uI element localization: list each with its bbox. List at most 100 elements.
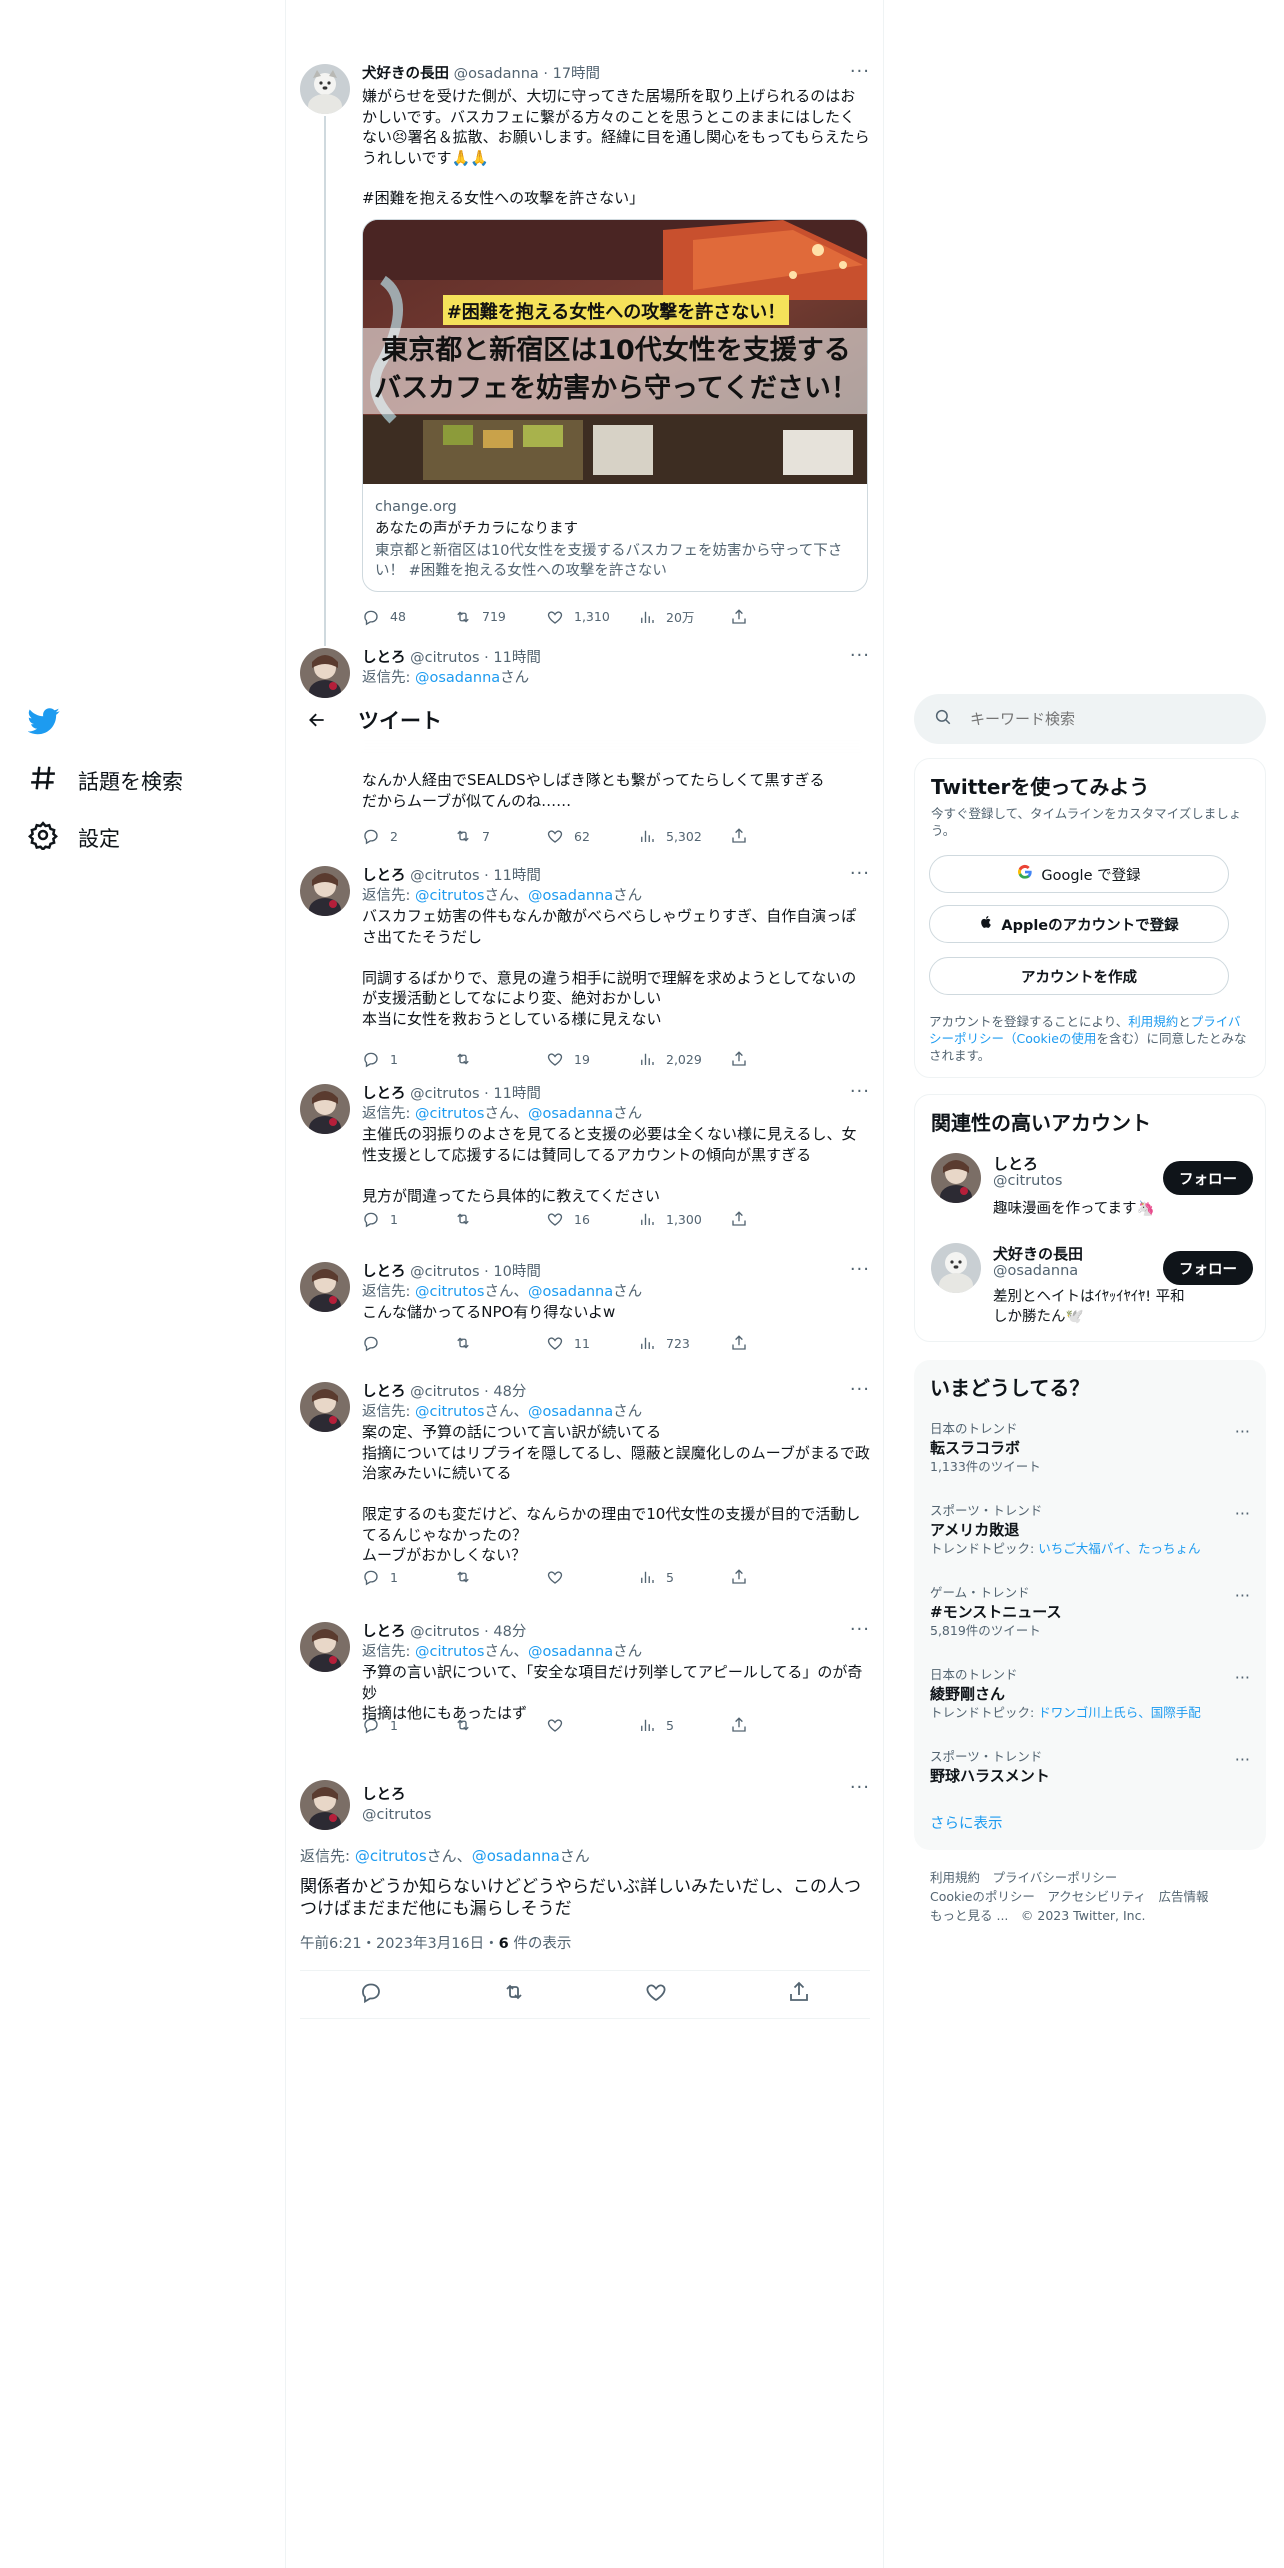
avatar[interactable] (300, 1382, 350, 1432)
display-name[interactable]: しとろ (362, 1787, 406, 1803)
more-icon[interactable]: ··· (1235, 1422, 1250, 1441)
more-icon[interactable]: ··· (1235, 1586, 1250, 1605)
share-button[interactable] (730, 607, 760, 626)
share-button[interactable] (730, 1568, 760, 1586)
more-icon[interactable]: ··· (1235, 1504, 1250, 1523)
mention-link[interactable]: @osadanna (528, 888, 613, 904)
retweet-button[interactable]: 7 (454, 827, 546, 845)
retweet-button[interactable] (454, 1210, 546, 1228)
tweet-reply[interactable]: しとろ @citrutos · 10時間 ··· 返信先: @citrutosさ… (300, 1261, 870, 1382)
retweet-button[interactable]: 719 (454, 607, 546, 626)
handle[interactable]: @citrutos (362, 1807, 431, 1823)
apple-signup-button[interactable]: Appleのアカウントで登録 (929, 905, 1229, 943)
related-handle[interactable]: @citrutos (993, 1173, 1062, 1189)
follow-button[interactable]: フォロー (1163, 1251, 1253, 1285)
display-name[interactable]: しとろ (362, 1384, 406, 1400)
more-icon[interactable]: ··· (1235, 1750, 1250, 1769)
views-button[interactable]: 5 (638, 1716, 730, 1734)
trend-topic-link[interactable]: ドワンゴ川上氏ら、国際手配 (1038, 1705, 1201, 1720)
views-button[interactable]: 723 (638, 1334, 730, 1352)
handle[interactable]: @citrutos (410, 1086, 479, 1102)
back-arrow-icon[interactable] (300, 703, 334, 737)
handle[interactable]: @osadanna (454, 66, 539, 82)
more-icon[interactable]: ··· (850, 1381, 870, 1399)
share-button[interactable] (730, 1716, 760, 1734)
handle[interactable]: @citrutos (410, 868, 479, 884)
display-name[interactable]: しとろ (362, 650, 406, 666)
mention-link[interactable]: @citrutos (355, 1847, 427, 1865)
avatar[interactable] (300, 1262, 350, 1312)
timestamp[interactable]: 11時間 (493, 650, 540, 666)
follow-button[interactable]: フォロー (1163, 1161, 1253, 1195)
avatar[interactable] (931, 1243, 981, 1293)
avatar[interactable] (300, 1622, 350, 1672)
reply-button[interactable]: 1 (362, 1210, 454, 1228)
share-button[interactable] (730, 1210, 760, 1228)
trend-item[interactable]: スポーツ・トレンド 野球ハラスメント ··· (930, 1748, 1250, 1786)
more-icon[interactable]: ··· (1235, 1668, 1250, 1687)
like-button[interactable] (546, 1568, 638, 1586)
more-icon[interactable]: ··· (850, 63, 870, 81)
views-button[interactable]: 20万 (638, 607, 730, 626)
share-button[interactable] (730, 827, 760, 845)
mention-link[interactable]: @osadanna (528, 1106, 613, 1122)
mention-link[interactable]: @osadanna (415, 670, 500, 686)
trend-item[interactable]: 日本のトレンド 綾野剛さん トレンドトピック: ドワンゴ川上氏ら、国際手配 ··… (930, 1666, 1250, 1722)
reply-button[interactable]: 1 (362, 1716, 454, 1734)
reply-button[interactable]: 2 (362, 827, 454, 845)
share-button[interactable] (730, 1050, 760, 1068)
share-button[interactable] (730, 1334, 760, 1352)
tweet-reply[interactable]: しとろ @citrutos · 48分 ··· 返信先: @citrutosさん… (300, 1381, 870, 1616)
retweet-button[interactable] (454, 1334, 546, 1352)
heart-icon[interactable] (644, 1980, 668, 2008)
trend-item[interactable]: 日本のトレンド 転スラコラボ 1,133件のツイート ··· (930, 1420, 1250, 1476)
mention-link[interactable]: @citrutos (415, 888, 484, 904)
reply-icon[interactable] (359, 1980, 383, 2008)
mention-link[interactable]: @citrutos (415, 1106, 484, 1122)
like-button[interactable]: 16 (546, 1210, 638, 1228)
retweet-button[interactable] (454, 1050, 546, 1068)
mention-link[interactable]: @citrutos (415, 1404, 484, 1420)
reply-button[interactable]: 48 (362, 607, 454, 626)
display-name[interactable]: しとろ (362, 1086, 406, 1102)
avatar[interactable] (300, 1780, 350, 1830)
like-button[interactable]: 1,310 (546, 607, 638, 626)
display-name[interactable]: しとろ (362, 1624, 406, 1640)
handle[interactable]: @citrutos (410, 1264, 479, 1280)
like-button[interactable] (546, 1716, 638, 1734)
mention-link[interactable]: @osadanna (528, 1404, 613, 1420)
avatar[interactable] (931, 1153, 981, 1203)
avatar[interactable] (300, 64, 350, 114)
related-handle[interactable]: @osadanna (993, 1263, 1078, 1279)
timestamp[interactable]: 11時間 (493, 868, 540, 884)
trend-topic-link[interactable]: いちご大福パイ、たっちょん (1038, 1541, 1200, 1556)
more-icon[interactable]: ··· (850, 1261, 870, 1279)
display-name[interactable]: しとろ (362, 868, 406, 884)
handle[interactable]: @citrutos (410, 650, 479, 666)
footer-line-3[interactable]: もっと見る ... © 2023 Twitter, Inc. (930, 1906, 1260, 1925)
timestamp[interactable]: 17時間 (553, 66, 600, 82)
tweet-reply[interactable]: しとろ @citrutos · 11時間 ··· 返信先: @citrutosさ… (300, 1083, 870, 1258)
footer-line-2[interactable]: Cookieのポリシー アクセシビリティ 広告情報 (930, 1887, 1260, 1906)
terms-link[interactable]: 利用規約 (1128, 1014, 1178, 1029)
avatar[interactable] (300, 648, 350, 698)
related-account-0[interactable]: しとろ @citrutos 趣味漫画を作ってます🦄 フォロー (915, 1153, 1267, 1233)
like-button[interactable]: 62 (546, 827, 638, 845)
mention-link[interactable]: @osadanna (528, 1644, 613, 1660)
handle[interactable]: @citrutos (410, 1384, 479, 1400)
views-button[interactable]: 5,302 (638, 827, 730, 845)
views-button[interactable]: 1,300 (638, 1210, 730, 1228)
trend-item[interactable]: スポーツ・トレンド アメリカ敗退 トレンドトピック: いちご大福パイ、たっちょん… (930, 1502, 1250, 1558)
timestamp[interactable]: 10時間 (493, 1264, 540, 1280)
like-button[interactable]: 19 (546, 1050, 638, 1068)
mention-link[interactable]: @osadanna (472, 1847, 560, 1865)
retweet-button[interactable] (454, 1716, 546, 1734)
link-card[interactable]: #困難を抱える女性への攻撃を許さない！ 東京都と新宿区は10代女性を支援する バ… (362, 219, 868, 592)
search-input[interactable] (970, 710, 1230, 728)
related-name[interactable]: しとろ (993, 1153, 1038, 1174)
like-button[interactable]: 11 (546, 1334, 638, 1352)
related-name[interactable]: 犬好きの長田 (993, 1243, 1083, 1264)
main-tweet-header[interactable]: しとろ @citrutos ··· (300, 1779, 870, 1830)
more-icon[interactable]: ··· (850, 1083, 870, 1101)
tweet-timestamp[interactable]: 午前6:21・2023年3月16日・ (300, 1936, 499, 1952)
